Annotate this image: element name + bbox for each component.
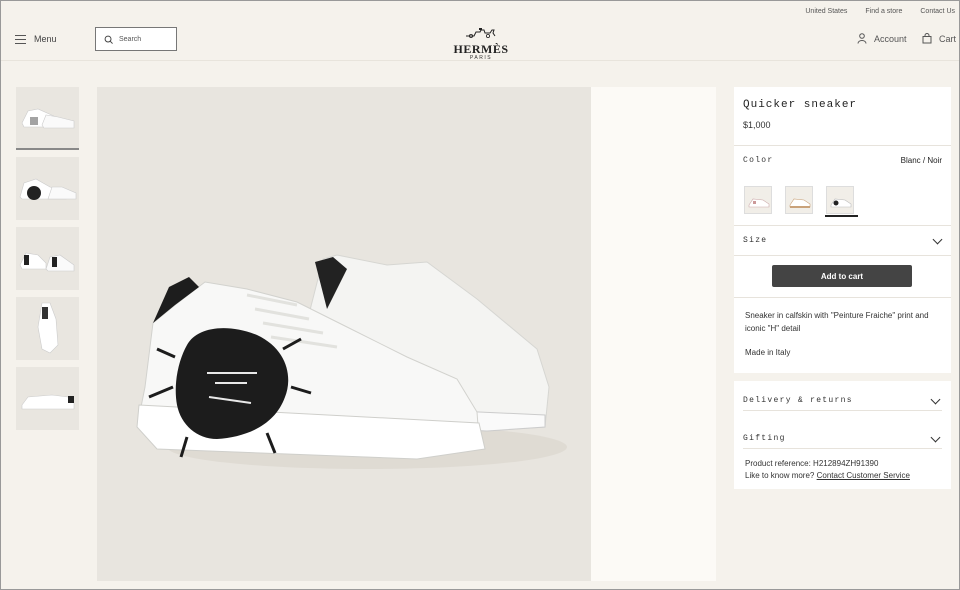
divider	[743, 410, 942, 411]
contact-link[interactable]: Contact Us	[920, 8, 955, 15]
hermes-logo[interactable]: HERMÈS PARIS	[441, 25, 521, 61]
account-label: Account	[874, 33, 907, 44]
utility-bar: United States Find a store Contact Us	[1, 1, 959, 21]
product-info-panel: Quicker sneaker $1,000 Color Blanc / Noi…	[734, 87, 951, 373]
product-title: Quicker sneaker	[743, 99, 858, 111]
product-reference: Product reference: H212894ZH91390 Like t…	[745, 458, 910, 482]
gifting-chevron-down-icon[interactable]	[930, 432, 941, 443]
size-label[interactable]: Size	[743, 236, 767, 245]
divider	[743, 448, 942, 449]
delivery-chevron-down-icon[interactable]	[930, 394, 941, 405]
color-swatch-3[interactable]	[826, 186, 854, 214]
color-swatch-1[interactable]	[744, 186, 772, 214]
thumbnail-list	[16, 87, 79, 437]
bag-icon	[922, 33, 932, 44]
color-value: Blanc / Noir	[900, 156, 942, 165]
ref-value: H212894ZH91390	[813, 459, 879, 468]
hamburger-icon	[15, 34, 26, 44]
search-input[interactable]: Search	[95, 27, 177, 51]
search-icon	[104, 35, 113, 44]
menu-label: Menu	[34, 34, 57, 44]
thumbnail-2[interactable]	[16, 157, 79, 220]
account-button[interactable]: Account	[857, 33, 907, 44]
logo-wordmark: HERMÈS	[453, 42, 509, 56]
made-in: Made in Italy	[745, 348, 791, 357]
cart-button[interactable]: Cart	[922, 33, 956, 44]
thumbnail-1[interactable]	[16, 87, 79, 150]
site-header: Menu Search HERMÈS PARIS Account Cart	[1, 21, 959, 61]
divider	[734, 255, 951, 256]
more-label: Like to know more?	[745, 471, 815, 480]
cart-label: Cart	[939, 33, 957, 44]
product-price: $1,000	[743, 120, 771, 130]
delivery-returns-label[interactable]: Delivery & returns	[743, 396, 853, 405]
thumbnail-4[interactable]	[16, 297, 79, 360]
divider	[734, 225, 951, 226]
thumbnail-5[interactable]	[16, 367, 79, 430]
gifting-label[interactable]: Gifting	[743, 434, 786, 443]
main-product-image	[97, 87, 591, 581]
search-placeholder: Search	[119, 35, 142, 43]
product-description: Sneaker in calfskin with "Peinture Fraic…	[745, 311, 929, 333]
contact-customer-service-link[interactable]: Contact Customer Service	[817, 471, 910, 480]
divider	[734, 145, 951, 146]
menu-button[interactable]: Menu	[15, 34, 57, 44]
user-icon	[857, 33, 867, 44]
color-swatch-2[interactable]	[785, 186, 813, 214]
find-store-link[interactable]: Find a store	[865, 8, 902, 15]
carriage-logo-icon	[466, 28, 496, 39]
selected-swatch-indicator	[825, 215, 858, 217]
country-link[interactable]: United States	[805, 8, 847, 15]
thumbnail-3[interactable]	[16, 227, 79, 290]
divider	[734, 297, 951, 298]
image-side-panel	[591, 87, 716, 581]
ref-label: Product reference:	[745, 459, 811, 468]
size-chevron-down-icon[interactable]	[932, 234, 943, 245]
add-to-cart-button[interactable]: Add to cart	[772, 265, 912, 287]
info-panel: Delivery & returns Gifting Product refer…	[734, 381, 951, 489]
color-label: Color	[743, 156, 774, 165]
